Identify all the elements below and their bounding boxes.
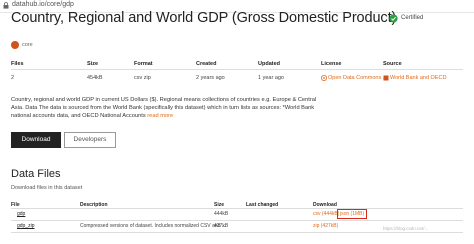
file-size: 427kB (214, 223, 229, 229)
data-files-title: Data Files (11, 168, 61, 180)
meta-files-value: 2 (11, 75, 15, 81)
license-link[interactable]: Open Data Commons ... (328, 75, 387, 81)
data-files-subtitle: Download files in this dataset (11, 185, 83, 191)
meta-header-license: License (321, 61, 342, 67)
meta-divider (11, 69, 463, 70)
meta-header-format: Format (134, 61, 153, 67)
row-divider (11, 232, 463, 233)
lock-icon (3, 2, 9, 9)
file-link-gdp-zip[interactable]: gdp_zip (17, 223, 35, 229)
row-divider (11, 220, 463, 221)
file-size: 444kB (214, 211, 229, 217)
source-icon (383, 75, 389, 81)
read-more-link[interactable]: read more (147, 113, 173, 119)
page-title: Country, Regional and World GDP (Gross D… (11, 10, 397, 26)
meta-format-value: csv zip (134, 75, 151, 81)
dataset-description: Country, regional and world GDP in curre… (11, 96, 323, 121)
file-link-gdp[interactable]: gdp (17, 211, 25, 217)
owner-link[interactable]: core (22, 42, 33, 48)
download-button[interactable]: Download (11, 132, 61, 148)
file-description: Compressed versions of dataset. Includes… (80, 223, 226, 229)
files-header-divider (11, 208, 463, 209)
license-icon (321, 75, 327, 81)
meta-updated-value: 1 year ago (258, 75, 284, 81)
download-zip-link[interactable]: zip (427kB) (313, 223, 338, 229)
url-text: datahub.io/core/gdp (12, 1, 74, 8)
source-link[interactable]: World Bank and OECD (390, 75, 446, 81)
meta-header-size: Size (87, 61, 99, 67)
meta-header-updated: Updated (258, 61, 280, 67)
meta-header-source: Source (383, 61, 402, 67)
meta-header-created: Created (196, 61, 217, 67)
owner-avatar[interactable] (11, 41, 19, 49)
meta-created-value: 2 years ago (196, 75, 225, 81)
certified-icon (389, 14, 398, 23)
download-csv-link[interactable]: csv (444kB) (313, 211, 339, 217)
developers-button[interactable]: Developers (64, 132, 116, 148)
meta-header-files: Files (11, 61, 24, 67)
watermark-text: https://blog.csdn.net/... (383, 226, 429, 231)
certified-badge: Certified (401, 15, 424, 21)
json-highlight-box (337, 209, 367, 219)
meta-size-value: 454kB (87, 75, 103, 81)
